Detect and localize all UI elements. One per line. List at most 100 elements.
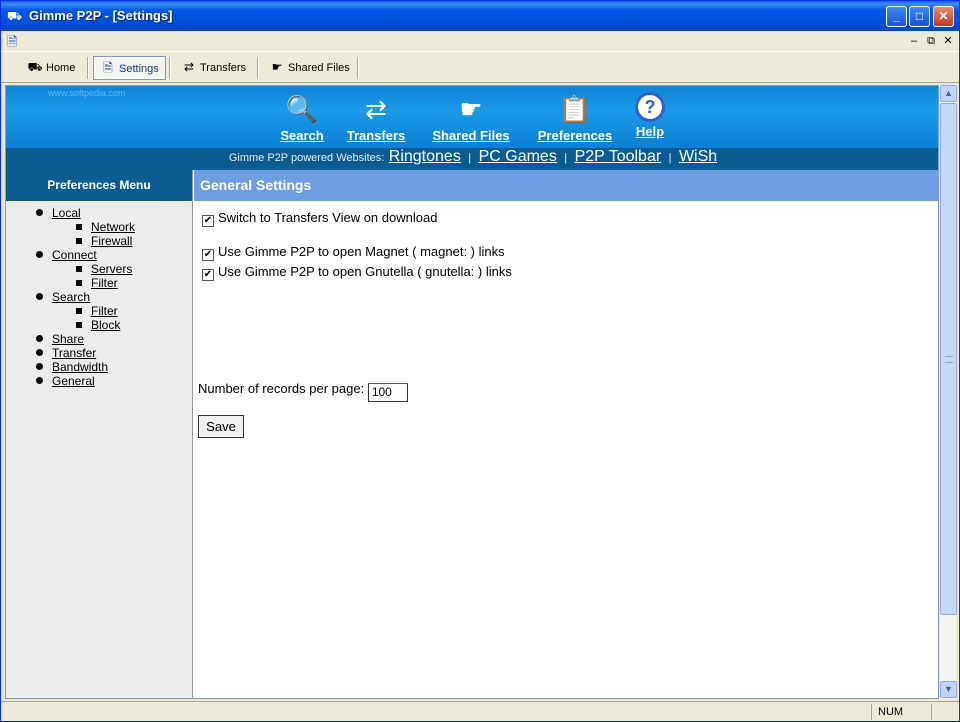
nav-shared-files[interactable]: ☛ Shared Files — [426, 92, 516, 143]
toolbar-separator — [169, 57, 171, 79]
toolbar-separator — [87, 57, 89, 79]
watermark: www.softpedia.com — [48, 88, 126, 98]
scroll-up-button[interactable]: ▲ — [940, 85, 957, 102]
menu-item-bandwidth: Bandwidth — [36, 360, 192, 374]
site-link-wish[interactable]: WiSh — [679, 148, 717, 165]
menu-item-connect: Connect — [36, 248, 192, 262]
records-per-page-input[interactable]: 100 — [367, 383, 408, 402]
magnet-option: ✔ Use Gimme P2P to open Magnet ( magnet: … — [202, 244, 505, 261]
scroll-thumb[interactable] — [940, 103, 957, 615]
close-button[interactable]: ✕ — [933, 6, 954, 27]
vertical-scrollbar[interactable]: ▲ ▼ — [939, 85, 957, 699]
nav-shared-files-label[interactable]: Shared Files — [426, 128, 516, 143]
switch-transfers-checkbox[interactable]: ✔ — [202, 215, 214, 227]
nav-help-label[interactable]: Help — [630, 124, 670, 139]
preferences-icon: 📋 — [558, 94, 592, 124]
transfers-icon: ⇄ — [365, 94, 387, 124]
menu-item-search-filter: Filter — [36, 304, 192, 318]
menu-item-general: General — [36, 374, 192, 388]
menu-link-share[interactable]: Share — [52, 332, 84, 346]
records-per-page-row: Number of records per page: 100 — [198, 381, 408, 402]
nav-help[interactable]: ? Help — [630, 92, 670, 139]
toolbar-transfers-button[interactable]: ⇄ Transfers — [175, 56, 252, 80]
num-lock-indicator: NUM — [871, 704, 929, 720]
title-bar: ⛟ Gimme P2P - [Settings] _ □ ✕ — [1, 1, 959, 31]
site-separator: | — [668, 152, 672, 164]
menu-link-block[interactable]: Block — [91, 318, 120, 332]
preferences-menu-pane: Preferences Menu Local Network Firewall … — [6, 170, 193, 698]
site-link-pc-games[interactable]: PC Games — [479, 148, 557, 165]
menu-item-share: Share — [36, 332, 192, 346]
app-window: ⛟ Gimme P2P - [Settings] _ □ ✕ 🗎 – ⧉ ✕ ⛟… — [0, 0, 960, 722]
menu-item-firewall: Firewall — [36, 234, 192, 248]
toolbar-separator — [357, 57, 359, 79]
menu-link-network[interactable]: Network — [91, 220, 135, 234]
menu-link-bandwidth[interactable]: Bandwidth — [52, 360, 108, 374]
minimize-button[interactable]: _ — [886, 6, 907, 27]
switch-transfers-label: Switch to Transfers View on download — [218, 210, 438, 225]
magnet-checkbox[interactable]: ✔ — [202, 249, 214, 261]
menu-item-search: Search — [36, 290, 192, 304]
toolbar-transfers-label: Transfers — [200, 62, 247, 74]
menu-link-search-filter[interactable]: Filter — [91, 304, 118, 318]
nav-search-label[interactable]: Search — [276, 128, 328, 143]
toolbar-shared-files-button[interactable]: ☛ Shared Files — [263, 56, 356, 80]
preferences-menu-list: Local Network Firewall Connect Servers F… — [6, 201, 192, 388]
size-grip[interactable] — [931, 704, 957, 720]
toolbar-home-button[interactable]: ⛟ Home — [21, 56, 81, 80]
toolbar-settings-label: Settings — [119, 63, 159, 75]
shared-files-icon: ☛ — [271, 60, 283, 74]
sites-bar: Gimme P2P powered Websites: Ringtones | … — [6, 148, 938, 170]
toolbar: ⛟ Home 🗎 Settings ⇄ Transfers ☛ Shared Files — [1, 51, 959, 83]
menu-link-connect-filter[interactable]: Filter — [91, 276, 118, 290]
menu-item-servers: Servers — [36, 262, 192, 276]
menu-link-servers[interactable]: Servers — [91, 262, 132, 276]
menu-link-transfer[interactable]: Transfer — [52, 346, 96, 360]
gnutella-option: ✔ Use Gimme P2P to open Gnutella ( gnutel… — [202, 264, 512, 281]
search-icon: 🔍 — [285, 94, 319, 124]
toolbar-home-label: Home — [46, 62, 76, 74]
nav-preferences-label[interactable]: Preferences — [532, 128, 618, 143]
site-link-ringtones[interactable]: Ringtones — [389, 148, 461, 165]
scroll-down-button[interactable]: ▼ — [940, 681, 957, 698]
general-settings-pane: General Settings ✔ Switch to Transfers Vi… — [194, 170, 938, 698]
menu-link-local[interactable]: Local — [52, 206, 81, 220]
nav-search[interactable]: 🔍 Search — [276, 92, 328, 143]
menu-link-firewall[interactable]: Firewall — [91, 234, 132, 248]
content-frame: www.softpedia.com 🔍 Search ⇄ Transfers ☛… — [5, 85, 939, 699]
menu-link-connect[interactable]: Connect — [52, 248, 97, 262]
menu-item-transfer: Transfer — [36, 346, 192, 360]
site-link-p2p-toolbar[interactable]: P2P Toolbar — [575, 148, 662, 165]
help-icon: ? — [635, 92, 665, 122]
nav-banner: www.softpedia.com 🔍 Search ⇄ Transfers ☛… — [6, 86, 938, 148]
site-separator: | — [564, 152, 568, 164]
general-settings-title: General Settings — [194, 170, 938, 201]
mdi-restore-button[interactable]: ⧉ — [923, 33, 939, 49]
nav-preferences[interactable]: 📋 Preferences — [532, 92, 618, 143]
save-button[interactable]: Save — [198, 415, 244, 438]
settings-icon: 🗎 — [103, 61, 113, 75]
preferences-menu-title: Preferences Menu — [6, 170, 192, 201]
gnutella-checkbox[interactable]: ✔ — [202, 269, 214, 281]
magnet-label: Use Gimme P2P to open Magnet ( magnet: )… — [218, 244, 505, 259]
menu-bar: 🗎 – ⧉ ✕ — [1, 31, 959, 51]
gnutella-label: Use Gimme P2P to open Gnutella ( gnutell… — [218, 264, 512, 279]
records-per-page-label: Number of records per page: — [198, 381, 365, 396]
maximize-button[interactable]: □ — [909, 6, 930, 27]
menu-item-local: Local — [36, 206, 192, 220]
toolbar-settings-button[interactable]: 🗎 Settings — [93, 56, 166, 80]
status-bar: NUM — [1, 701, 959, 721]
menu-link-search[interactable]: Search — [52, 290, 90, 304]
mdi-minimize-button[interactable]: – — [906, 33, 922, 49]
transfers-icon: ⇄ — [183, 60, 195, 74]
shared-files-icon: ☛ — [459, 94, 483, 124]
home-icon: ⛟ — [27, 60, 43, 74]
menu-link-general[interactable]: General — [52, 374, 95, 388]
nav-transfers-label[interactable]: Transfers — [341, 128, 411, 143]
menu-item-connect-filter: Filter — [36, 276, 192, 290]
mdi-close-button[interactable]: ✕ — [940, 33, 956, 49]
site-separator: | — [468, 152, 472, 164]
menu-item-block: Block — [36, 318, 192, 332]
nav-transfers[interactable]: ⇄ Transfers — [341, 92, 411, 143]
scroll-grip-icon — [945, 356, 953, 363]
